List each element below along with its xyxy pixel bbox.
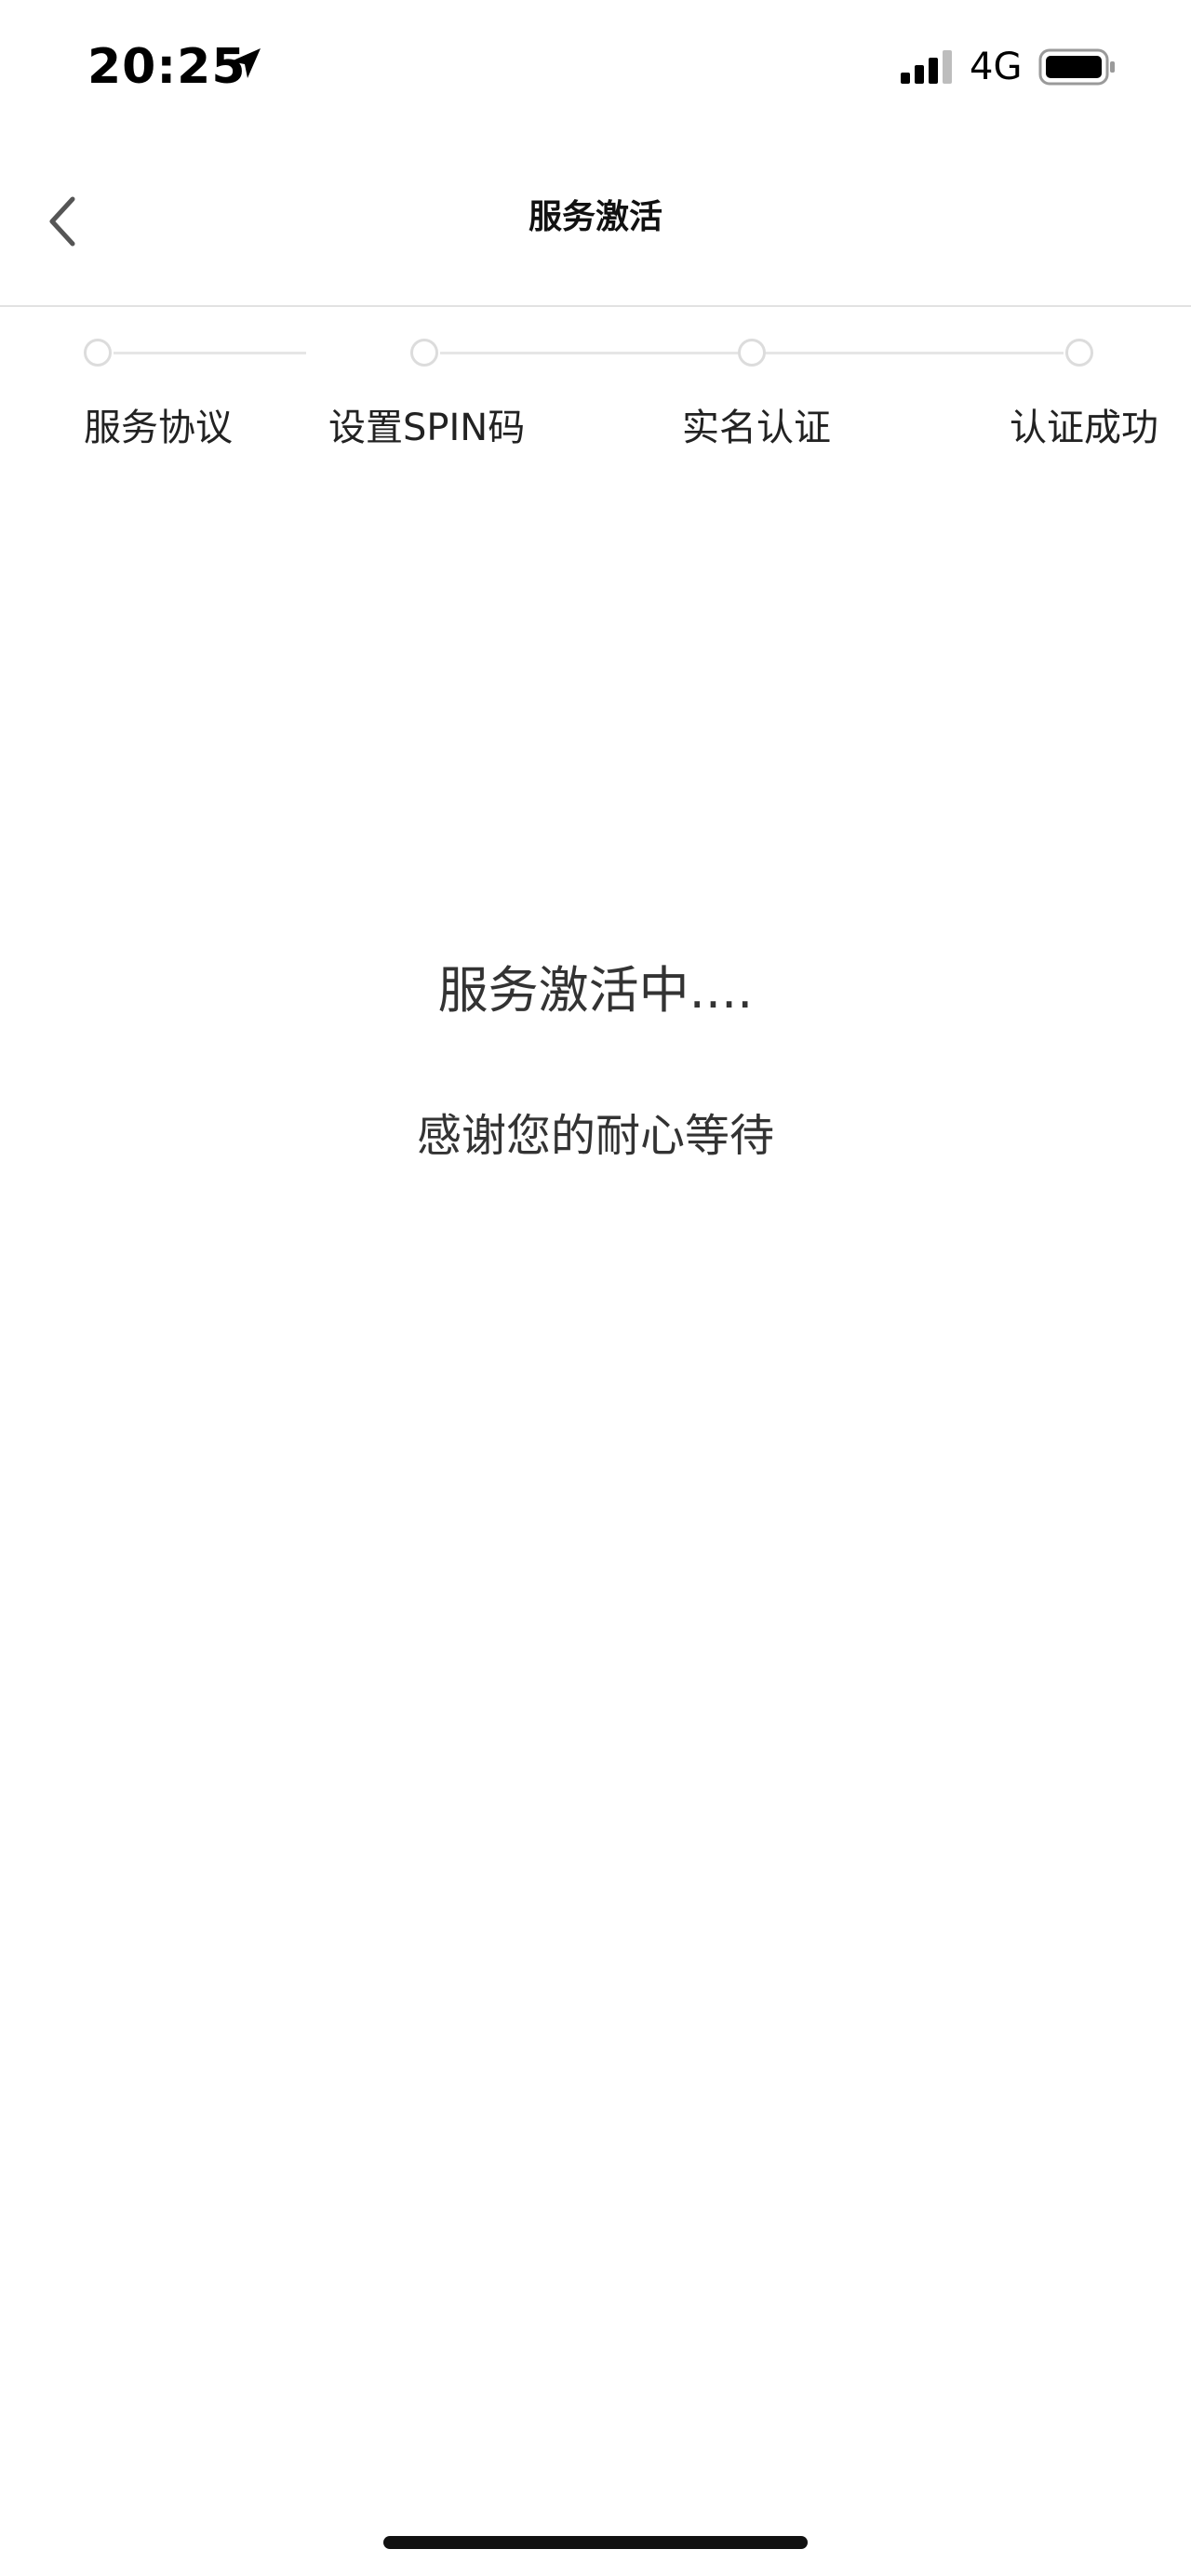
status-bar: 20:25 4G <box>0 0 1191 140</box>
step-connector <box>440 352 738 354</box>
step-label-set-spin: 设置SPIN码 <box>328 407 526 449</box>
navigation-bar: 服务激活 <box>0 140 1191 307</box>
step-connector <box>766 352 1064 354</box>
step-label-real-name-auth: 实名认证 <box>682 407 831 449</box>
status-time: 20:25 <box>87 39 247 95</box>
activation-status-text: 服务激活中.... <box>437 961 754 1020</box>
step-dot-1 <box>84 339 112 367</box>
battery-icon <box>1038 47 1117 87</box>
activation-stepper: 服务协议 设置SPIN码 实名认证 认证成功 <box>0 307 1191 474</box>
app-screen: 20:25 4G 服务激活 服务协议 设置SPIN码 实名认证 认证成功 服务激… <box>0 0 1191 2576</box>
step-connector <box>114 352 306 354</box>
network-type-label: 4G <box>970 46 1023 88</box>
page-title: 服务激活 <box>528 198 662 236</box>
step-dot-4 <box>1065 339 1093 367</box>
step-dot-3 <box>738 339 766 367</box>
home-indicator[interactable] <box>383 2536 808 2549</box>
step-label-service-agreement: 服务协议 <box>84 407 233 449</box>
location-arrow-icon <box>227 45 264 82</box>
cellular-signal-icon <box>901 48 957 86</box>
waiting-message: 感谢您的耐心等待 <box>416 1110 774 1162</box>
step-label-auth-success: 认证成功 <box>1010 407 1158 449</box>
step-dot-2 <box>410 339 438 367</box>
